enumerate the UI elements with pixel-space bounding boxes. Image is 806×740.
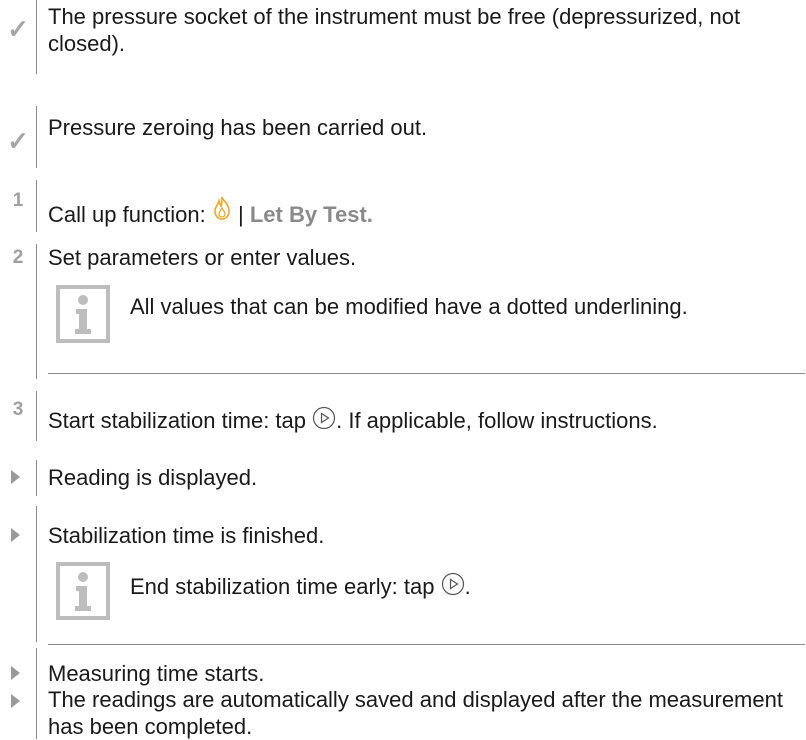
item-text: Set parameters or enter values. [48, 245, 357, 270]
info-icon [56, 285, 110, 343]
divider [36, 0, 37, 74]
step-number: 1 [12, 190, 24, 211]
flame-icon [212, 196, 232, 226]
note-text-after: . [464, 574, 471, 599]
precondition-item: ✓ Pressure zeroing has been carried out. [0, 106, 806, 168]
play-circle-icon [312, 406, 336, 436]
divider [36, 391, 37, 441]
result-item: Measuring time starts. [0, 648, 806, 688]
item-text: Stabilization time is finished. [48, 523, 325, 548]
precondition-item: ✓ The pressure socket of the instrument … [0, 0, 806, 74]
divider [36, 460, 37, 496]
note-text-before: End stabilization time early: tap [130, 574, 441, 599]
step-2: 2 Set parameters or enter values. All va… [0, 244, 806, 379]
arrow-right-icon [11, 694, 20, 708]
item-text: Reading is displayed. [48, 465, 258, 490]
item-text: Start stabilization time: tap . If appli… [48, 406, 800, 436]
info-note: End stabilization time early: tap . [48, 554, 805, 645]
arrow-right-icon [11, 666, 20, 680]
item-text: The readings are automatically saved and… [48, 687, 783, 739]
divider [36, 244, 37, 379]
divider [36, 506, 37, 642]
item-text: Pressure zeroing has been carried out. [48, 115, 428, 140]
divider [36, 180, 37, 232]
step-3: 3 Start stabilization time: tap . If app… [0, 391, 806, 441]
step-text: Start stabilization time: tap [48, 408, 313, 433]
result-item: Reading is displayed. [0, 460, 806, 496]
result-item: The readings are automatically saved and… [0, 680, 806, 739]
check-icon: ✓ [7, 126, 29, 156]
step-number: 3 [12, 399, 24, 420]
divider [36, 106, 37, 168]
function-link[interactable]: Let By Test. [250, 202, 373, 227]
info-note: All values that can be modified have a d… [48, 285, 805, 374]
check-icon: ✓ [7, 14, 29, 44]
step-1: 1 Call up function: | Let By Test. [0, 180, 806, 232]
note-text: All values that can be modified have a d… [130, 294, 688, 319]
item-text: Call up function: | Let By Test. [48, 196, 800, 228]
result-item: Stabilization time is finished. End stab… [0, 506, 806, 645]
step-number: 2 [12, 247, 24, 268]
info-icon [56, 562, 110, 620]
step-text: Call up function: [48, 202, 212, 227]
divider [36, 680, 37, 739]
arrow-right-icon [11, 528, 20, 542]
play-circle-icon [441, 572, 465, 602]
separator: | [231, 202, 250, 227]
note-text: End stabilization time early: tap . [130, 572, 471, 602]
item-text: The pressure socket of the instrument mu… [48, 4, 741, 56]
step-text-after: . If applicable, follow instructions. [336, 408, 658, 433]
arrow-right-icon [11, 470, 20, 484]
